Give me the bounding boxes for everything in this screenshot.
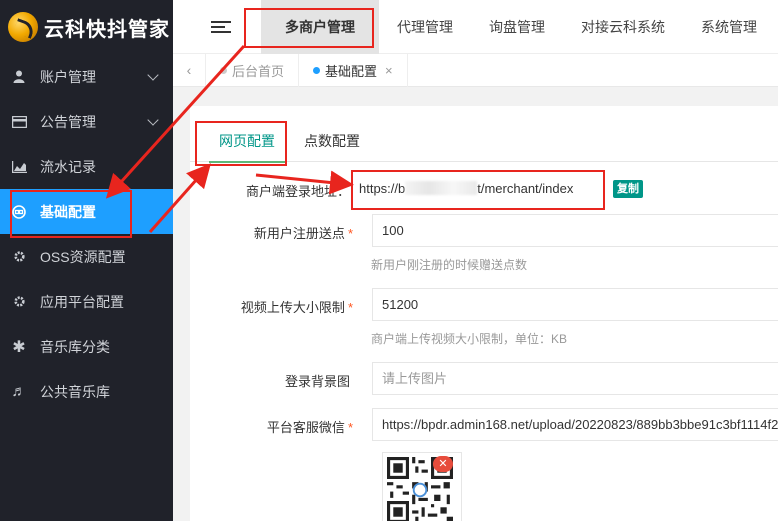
top-header: 多商户管理 代理管理 询盘管理 对接云科系统 系统管理 <box>173 0 778 54</box>
page-tabs-bar: ‹ 后台首页 基础配置 × <box>173 53 778 87</box>
delete-image-icon[interactable]: ✕ <box>433 456 453 472</box>
app-title: 云科快抖管家 <box>44 18 170 41</box>
logo-icon <box>8 12 38 42</box>
sidebar-item-label: 公共音乐库 <box>40 383 110 400</box>
music-note-icon: ♬ <box>11 383 27 400</box>
sidebar-item-oss[interactable]: OSS资源配置 <box>0 234 173 279</box>
copy-button[interactable]: 复制 <box>613 180 643 198</box>
app-logo[interactable]: 云科快抖管家 <box>0 0 173 54</box>
service-wechat-input[interactable]: https://bpdr.admin168.net/upload/2022082… <box>372 408 778 441</box>
merchant-url-value[interactable]: https://b t/merchant/index <box>359 181 573 196</box>
settings-circle-icon <box>11 204 27 220</box>
sidebar-item-account[interactable]: 账户管理 <box>0 54 173 99</box>
sidebar-item-public-music[interactable]: ♬ 公共音乐库 <box>0 369 173 414</box>
sidebar-item-label: OSS资源配置 <box>40 248 126 265</box>
sidebar-item-label: 账户管理 <box>40 68 96 85</box>
login-bg-upload-input[interactable]: 请上传图片 <box>372 362 778 395</box>
tab-basic-config[interactable]: 基础配置 × <box>299 53 408 87</box>
top-nav: 多商户管理 代理管理 询盘管理 对接云科系统 系统管理 <box>261 0 775 54</box>
new-user-points-label: 新用户注册送点 * <box>253 226 353 241</box>
sidebar-item-basic-config[interactable]: 基础配置 <box>0 189 173 234</box>
tab-label: 基础配置 <box>325 63 378 79</box>
video-size-hint: 商户端上传视频大小限制，单位：KB <box>371 332 568 346</box>
chevron-down-icon <box>147 69 159 81</box>
sidebar-item-label: 基础配置 <box>40 203 96 220</box>
chevron-down-icon <box>147 114 159 126</box>
sidebar-item-app-platform[interactable]: 应用平台配置 <box>0 279 173 324</box>
topnav-system[interactable]: 系统管理 <box>683 0 775 54</box>
topnav-inquiry[interactable]: 询盘管理 <box>471 0 563 54</box>
new-user-points-input[interactable]: 100 <box>372 214 778 247</box>
gear-icon <box>11 249 27 265</box>
video-size-input[interactable]: 51200 <box>372 288 778 321</box>
tab-label: 后台首页 <box>232 63 285 79</box>
tab-web-config[interactable]: 网页配置 <box>209 120 285 163</box>
sidebar-item-label: 音乐库分类 <box>40 338 110 355</box>
form-tabs: 网页配置 点数配置 <box>190 120 778 163</box>
sidebar-item-music-category[interactable]: ✱ 音乐库分类 <box>0 324 173 369</box>
topnav-multi-merchant[interactable]: 多商户管理 <box>261 0 379 54</box>
sidebar-item-label: 流水记录 <box>40 158 96 175</box>
new-user-points-hint: 新用户刚注册的时候赠送点数 <box>371 258 528 272</box>
redacted-blur <box>405 181 478 195</box>
login-bg-label: 登录背景图 <box>284 374 350 389</box>
tab-dot <box>313 66 321 74</box>
tab-dot <box>220 66 227 74</box>
chevron-left-icon[interactable]: ‹ <box>173 53 206 87</box>
sidebar-item-flow[interactable]: 流水记录 <box>0 144 173 189</box>
close-icon[interactable]: × <box>385 63 393 78</box>
card-icon <box>11 114 27 130</box>
tab-points-config[interactable]: 点数配置 <box>304 120 360 162</box>
sidebar-item-label: 公告管理 <box>40 113 96 130</box>
menu-toggle-icon[interactable] <box>211 18 231 36</box>
video-size-label: 视频上传大小限制 * <box>240 300 353 315</box>
topnav-agent[interactable]: 代理管理 <box>379 0 471 54</box>
sidebar-item-label: 应用平台配置 <box>40 293 124 310</box>
sidebar: 云科快抖管家 账户管理 公告管理 流水记录 基础配置 OSS资源配置 应用平台配… <box>0 0 173 521</box>
sidebar-menu: 账户管理 公告管理 流水记录 基础配置 OSS资源配置 应用平台配置 ✱ 音乐库… <box>0 54 173 414</box>
sidebar-item-notice[interactable]: 公告管理 <box>0 99 173 144</box>
asterisk-icon: ✱ <box>12 338 26 356</box>
merchant-url-label: 商户端登录地址： <box>245 184 350 199</box>
tab-home[interactable]: 后台首页 <box>206 53 300 87</box>
gear-icon <box>11 294 27 310</box>
topnav-yunke-integration[interactable]: 对接云科系统 <box>563 0 683 54</box>
service-wechat-label: 平台客服微信 * <box>266 420 353 435</box>
chart-icon <box>11 159 27 175</box>
config-card: 网页配置 点数配置 商户端登录地址： https://b t/merchant/i… <box>190 106 778 521</box>
user-icon <box>11 69 27 85</box>
